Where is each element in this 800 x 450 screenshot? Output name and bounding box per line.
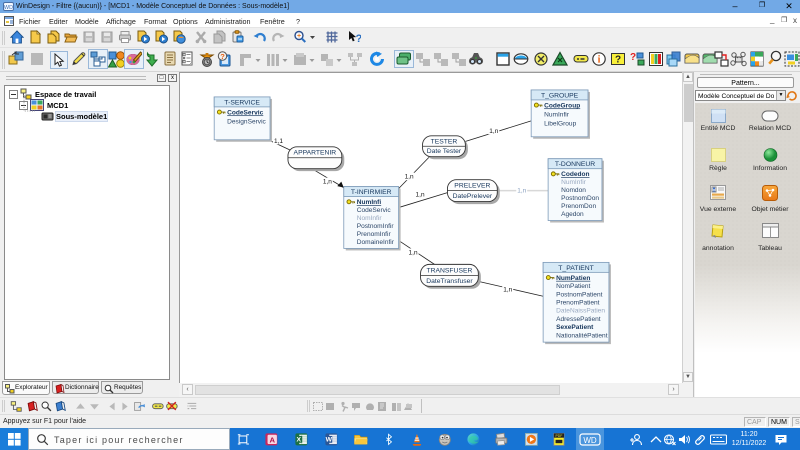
svg-text:PrenomPatient: PrenomPatient [556, 300, 600, 307]
svg-text:CodeServic: CodeServic [357, 207, 392, 214]
svg-text:1,n: 1,n [409, 249, 418, 256]
svg-text:NumInfi: NumInfi [357, 199, 382, 206]
svg-text:PostnomPatient: PostnomPatient [556, 291, 603, 298]
svg-text:PDF: PDF [556, 434, 563, 438]
svg-text:+: + [297, 33, 301, 40]
svg-text:NumInfir: NumInfir [544, 111, 570, 118]
svg-text:?: ? [615, 55, 621, 66]
svg-text:DatePrelever: DatePrelever [453, 193, 493, 200]
svg-text:PrenomDon: PrenomDon [561, 203, 596, 210]
svg-text:CodeGroup: CodeGroup [544, 102, 580, 109]
svg-text:PrenomInfir: PrenomInfir [357, 231, 392, 238]
svg-text:A: A [269, 435, 275, 444]
svg-text:WD: WD [4, 5, 13, 11]
svg-text:PRELEVER: PRELEVER [454, 183, 490, 190]
svg-text:Agedon: Agedon [561, 211, 584, 218]
svg-text:1,n: 1,n [503, 286, 512, 293]
svg-text:LibelGroup: LibelGroup [544, 120, 576, 127]
svg-text:W: W [326, 437, 333, 444]
svg-text:WD: WD [583, 436, 597, 445]
svg-text:DesignServic: DesignServic [227, 118, 266, 125]
svg-text:i: i [598, 55, 601, 66]
svg-text:T_PATIENT: T_PATIENT [558, 265, 593, 272]
svg-text:SexePatient: SexePatient [556, 324, 594, 331]
svg-text:TRANSFUSER: TRANSFUSER [427, 267, 473, 274]
svg-text:T-INFIRMIER: T-INFIRMIER [351, 189, 392, 196]
svg-text:T-DONNEUR: T-DONNEUR [555, 161, 595, 168]
svg-text:Codedon: Codedon [561, 171, 589, 178]
svg-text:DateNaissPatien: DateNaissPatien [556, 308, 605, 315]
svg-text:NationalitéPatient: NationalitéPatient [556, 332, 608, 339]
svg-text:1,n: 1,n [517, 188, 526, 195]
svg-text:DomaineInfir: DomaineInfir [357, 239, 395, 246]
svg-text:Date Tester: Date Tester [427, 148, 462, 155]
svg-text:PostnomInfir: PostnomInfir [357, 223, 395, 230]
svg-text:NumPatien: NumPatien [556, 275, 590, 282]
svg-text:1,n: 1,n [323, 179, 332, 186]
svg-text:?: ? [220, 52, 225, 61]
svg-text:1,n: 1,n [489, 128, 498, 135]
svg-text:T-SERVICE: T-SERVICE [224, 99, 260, 106]
svg-text:PostnomDon: PostnomDon [561, 195, 599, 202]
svg-text:NumInfir: NumInfir [561, 179, 587, 186]
svg-text:NomInfir: NomInfir [357, 215, 383, 222]
svg-text:?: ? [630, 52, 636, 63]
svg-text:DateTransfuser: DateTransfuser [426, 278, 473, 285]
svg-text:X: X [297, 437, 302, 444]
svg-text:TESTER: TESTER [431, 138, 458, 145]
svg-text:CodeServic: CodeServic [227, 109, 263, 116]
svg-text:?: ? [356, 33, 362, 45]
svg-text:1,n: 1,n [416, 192, 425, 199]
svg-text:1,1: 1,1 [274, 138, 283, 145]
svg-text:T_GROUPE: T_GROUPE [541, 92, 579, 99]
svg-text:NomPatient: NomPatient [556, 283, 590, 290]
svg-text:Nomdon: Nomdon [561, 187, 586, 194]
svg-text:AdressePatient: AdressePatient [556, 316, 601, 323]
svg-text:APPARTENIR: APPARTENIR [294, 150, 337, 157]
svg-text:1,n: 1,n [405, 174, 414, 181]
